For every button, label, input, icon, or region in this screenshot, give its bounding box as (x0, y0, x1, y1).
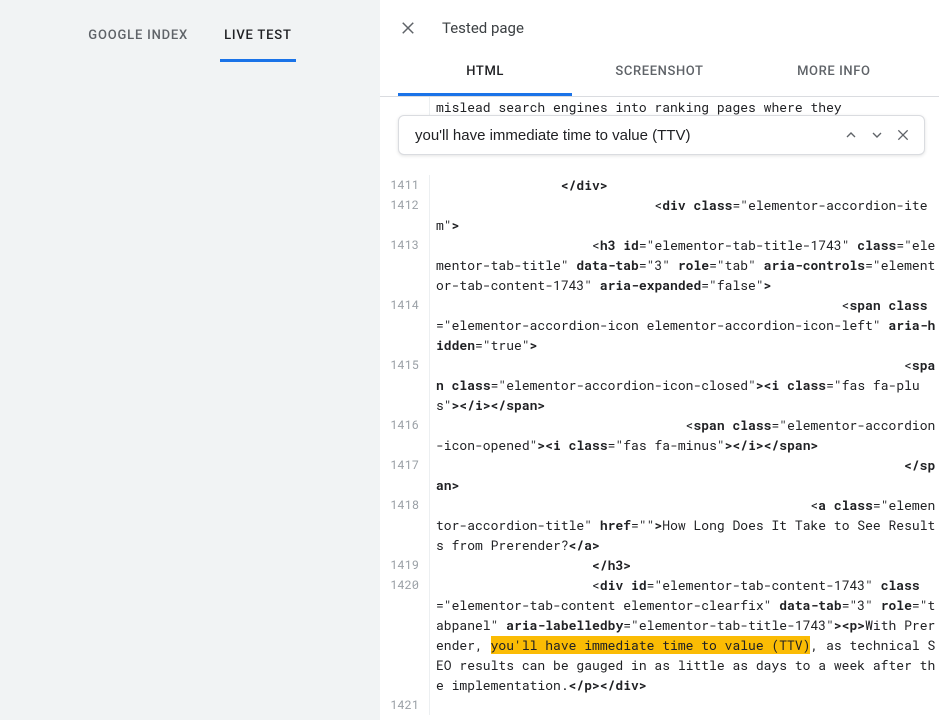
code-line: 1416 <span class="elementor-accordion-ic… (380, 415, 939, 455)
tab-google-index[interactable]: GOOGLE INDEX (84, 22, 192, 62)
tested-page-panel: Tested page HTML SCREENSHOT MORE INFO mi… (380, 0, 939, 720)
chevron-up-icon (843, 127, 859, 143)
chevron-down-icon (869, 127, 885, 143)
code-search-input[interactable] (415, 127, 836, 144)
tab-html[interactable]: HTML (398, 50, 572, 96)
code-line: 1414 <span class="elementor-accordion-ic… (380, 295, 939, 355)
left-panel: GOOGLE INDEX LIVE TEST (0, 0, 380, 720)
search-next-button[interactable] (866, 124, 888, 146)
code-line: 1412 <div class="elementor-accordion-ite… (380, 195, 939, 235)
close-icon (895, 127, 911, 143)
panel-title: Tested page (442, 19, 524, 37)
search-highlight: you'll have immediate time to value (TTV… (491, 636, 811, 654)
tab-live-test[interactable]: LIVE TEST (220, 22, 296, 62)
code-view[interactable]: mislead search engines into ranking page… (380, 97, 939, 720)
panel-header: Tested page (380, 0, 939, 50)
search-prev-button[interactable] (840, 124, 862, 146)
left-tabs: GOOGLE INDEX LIVE TEST (0, 0, 380, 62)
panel-tabs: HTML SCREENSHOT MORE INFO (380, 50, 939, 97)
tab-screenshot[interactable]: SCREENSHOT (572, 50, 746, 96)
close-icon (399, 19, 417, 37)
tab-more-info[interactable]: MORE INFO (747, 50, 921, 96)
code-line: 1419 </h3> (380, 555, 939, 575)
code-line: 1420 <div id="elementor-tab-content-1743… (380, 575, 939, 695)
code-partial: mislead search engines into ranking page… (430, 97, 939, 117)
code-line: 1421 (380, 695, 939, 715)
code-container: mislead search engines into ranking page… (380, 97, 939, 720)
code-line: 1413 <h3 id="elementor-tab-title-1743" c… (380, 235, 939, 295)
close-panel-button[interactable] (398, 18, 418, 38)
code-line: 1415 <span class="elementor-accordion-ic… (380, 355, 939, 415)
search-close-button[interactable] (892, 124, 914, 146)
code-line: 1418 <a class="elementor-accordion-title… (380, 495, 939, 555)
code-line: 1417 </span> (380, 455, 939, 495)
code-line: 1411 </div> (380, 175, 939, 195)
code-search-bar (398, 115, 925, 155)
